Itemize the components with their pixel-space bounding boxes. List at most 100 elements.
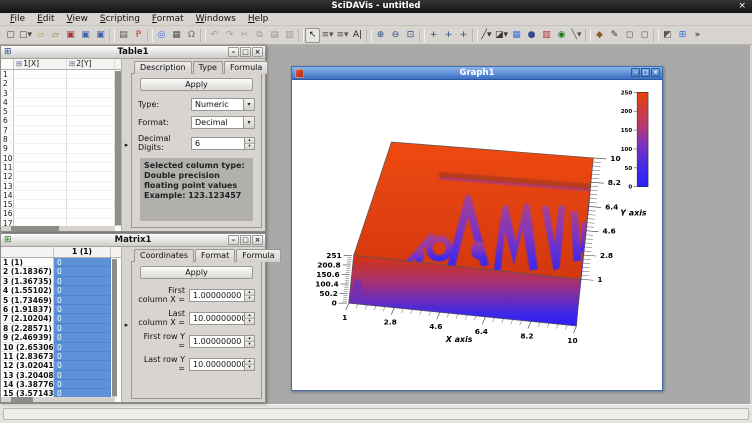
overflow-chevron[interactable]: » (690, 28, 705, 43)
project-explorer-icon[interactable]: ◎ (154, 28, 169, 43)
pointer-tool-icon[interactable]: ↖ (305, 28, 320, 43)
density-icon[interactable]: ◻ (637, 28, 652, 43)
spin-down-icon[interactable]: ▾ (245, 364, 254, 370)
draw-line-dropdown[interactable]: ╱▾ (479, 28, 494, 43)
bar-chart-icon[interactable]: ▥ (539, 28, 554, 43)
cell[interactable] (14, 200, 67, 208)
graph1-titlebar[interactable]: Graph1 – □ × (292, 67, 662, 80)
duplicate-icon[interactable]: ▥ (282, 28, 297, 43)
tab[interactable]: Formula (236, 249, 280, 262)
matrix-cell-selected[interactable]: 0 (54, 380, 111, 389)
tab[interactable]: Format (195, 249, 235, 262)
surface-3d-icon[interactable]: ◆ (592, 28, 607, 43)
cell[interactable] (14, 79, 67, 87)
minimize-icon[interactable]: – (631, 68, 640, 77)
format-combobox[interactable]: Decimal ▾ (191, 116, 255, 129)
scrollbar-thumb[interactable] (11, 226, 59, 231)
data-reader-icon[interactable]: + (441, 28, 456, 43)
matrix-row-header[interactable]: 6 (1.91837) (1, 305, 54, 314)
matrix-row-header[interactable]: 5 (1.73469) (1, 296, 54, 305)
cell[interactable] (14, 116, 67, 124)
matrix-cell-selected[interactable]: 0 (54, 296, 111, 305)
save-as-icon[interactable]: ▣ (93, 28, 108, 43)
menu-item[interactable]: File (4, 14, 31, 24)
pen-icon[interactable]: ✎ (607, 28, 622, 43)
cell[interactable] (14, 144, 67, 152)
tab[interactable]: Formula (224, 61, 268, 74)
maximize-icon[interactable]: □ (240, 235, 251, 245)
matrix-cell-selected[interactable]: 0 (54, 286, 111, 295)
undo-icon[interactable]: ↶ (207, 28, 222, 43)
cell[interactable] (14, 135, 67, 143)
menu-item[interactable]: Edit (31, 14, 60, 24)
menu-item[interactable]: Format (146, 14, 190, 24)
lock-icon[interactable]: Ω (184, 28, 199, 43)
horizontal-scrollbar[interactable] (1, 226, 115, 231)
scrollbar-thumb[interactable] (115, 71, 121, 225)
paste-icon[interactable]: ▤ (267, 28, 282, 43)
matrix-cell-selected[interactable]: 0 (54, 277, 111, 286)
matrix-cell-selected[interactable]: 0 (54, 371, 111, 380)
matrix-cell-selected[interactable]: 0 (54, 333, 111, 342)
contour-icon[interactable]: ◻ (622, 28, 637, 43)
cell[interactable] (14, 182, 67, 190)
cell[interactable] (14, 191, 67, 199)
cell[interactable] (67, 182, 115, 190)
matrix-row-header[interactable]: 11 (2.83673) (1, 352, 54, 361)
matrix-row-header[interactable]: 10 (2.65306) (1, 343, 54, 352)
scrollbar-thumb[interactable] (11, 397, 33, 402)
matrix-cell-selected[interactable]: 0 (54, 258, 111, 267)
table1-titlebar[interactable]: ⊞ Table1 – □ × (1, 46, 265, 59)
arrow-tool-icon[interactable]: ◩ (660, 28, 675, 43)
results-log-icon[interactable]: ▦ (169, 28, 184, 43)
cut-icon[interactable]: ✂ (237, 28, 252, 43)
minimize-icon[interactable]: – (228, 235, 239, 245)
matrix-row-header[interactable]: 9 (2.46939) (1, 333, 54, 342)
cell[interactable] (14, 172, 67, 180)
matrix-cell-selected[interactable]: 0 (54, 267, 111, 276)
curve-list-dropdown[interactable]: ≡▾ (335, 28, 350, 43)
cell[interactable] (67, 126, 115, 134)
column-header-y[interactable]: ⊞2[Y] (67, 59, 115, 69)
cell[interactable] (67, 200, 115, 208)
graph-canvas[interactable]: 050.2100.4150.6200.825112.84.66.48.210X … (292, 80, 662, 390)
menu-item[interactable]: Windows (190, 14, 242, 24)
cell[interactable] (67, 107, 115, 115)
rescale-icon[interactable]: ⊡ (403, 28, 418, 43)
cell[interactable] (67, 209, 115, 217)
cell[interactable] (67, 98, 115, 106)
matrix-cell-selected[interactable]: 0 (54, 314, 111, 323)
magic-wand-dropdown[interactable]: ╲▾ (569, 28, 584, 43)
cell[interactable] (67, 172, 115, 180)
close-icon[interactable]: × (252, 47, 263, 57)
spin-down-icon[interactable]: ▾ (245, 295, 254, 301)
screen-reader-icon[interactable]: + (426, 28, 441, 43)
close-icon[interactable]: × (651, 68, 660, 77)
maximize-icon[interactable]: □ (641, 68, 650, 77)
matrix-row-header[interactable]: 7 (2.10204) (1, 314, 54, 323)
scrollbar-thumb[interactable] (112, 259, 117, 396)
redo-icon[interactable]: ↷ (222, 28, 237, 43)
add-text-icon[interactable]: A| (350, 28, 365, 43)
matrix-row-header[interactable]: 12 (3.02041) (1, 361, 54, 370)
add-image-icon[interactable]: ▦ (509, 28, 524, 43)
cell[interactable] (14, 209, 67, 217)
matrix-column-header[interactable]: 1 (1) (54, 247, 111, 257)
spin-down-icon[interactable]: ▾ (245, 341, 254, 347)
maximize-icon[interactable]: □ (240, 47, 251, 57)
cell[interactable] (14, 107, 67, 115)
matrix-row-header[interactable]: 14 (3.38776) (1, 380, 54, 389)
matrix-cell-selected[interactable]: 0 (54, 361, 111, 370)
matrix-row-header[interactable]: 3 (1.36735) (1, 277, 54, 286)
cell[interactable] (67, 135, 115, 143)
new-project-icon[interactable]: ▢ (3, 28, 18, 43)
layer-list-dropdown[interactable]: ≡▾ (320, 28, 335, 43)
save-project-icon[interactable]: ▣ (78, 28, 93, 43)
matrix-cell-selected[interactable]: 0 (54, 352, 111, 361)
cell[interactable] (67, 144, 115, 152)
tab[interactable]: Coordinates (134, 249, 194, 262)
cell[interactable] (67, 154, 115, 162)
matrix-row-header[interactable]: 8 (2.28571) (1, 324, 54, 333)
cell[interactable] (14, 70, 67, 78)
column-header-x[interactable]: ⊞1[X] (14, 59, 67, 69)
